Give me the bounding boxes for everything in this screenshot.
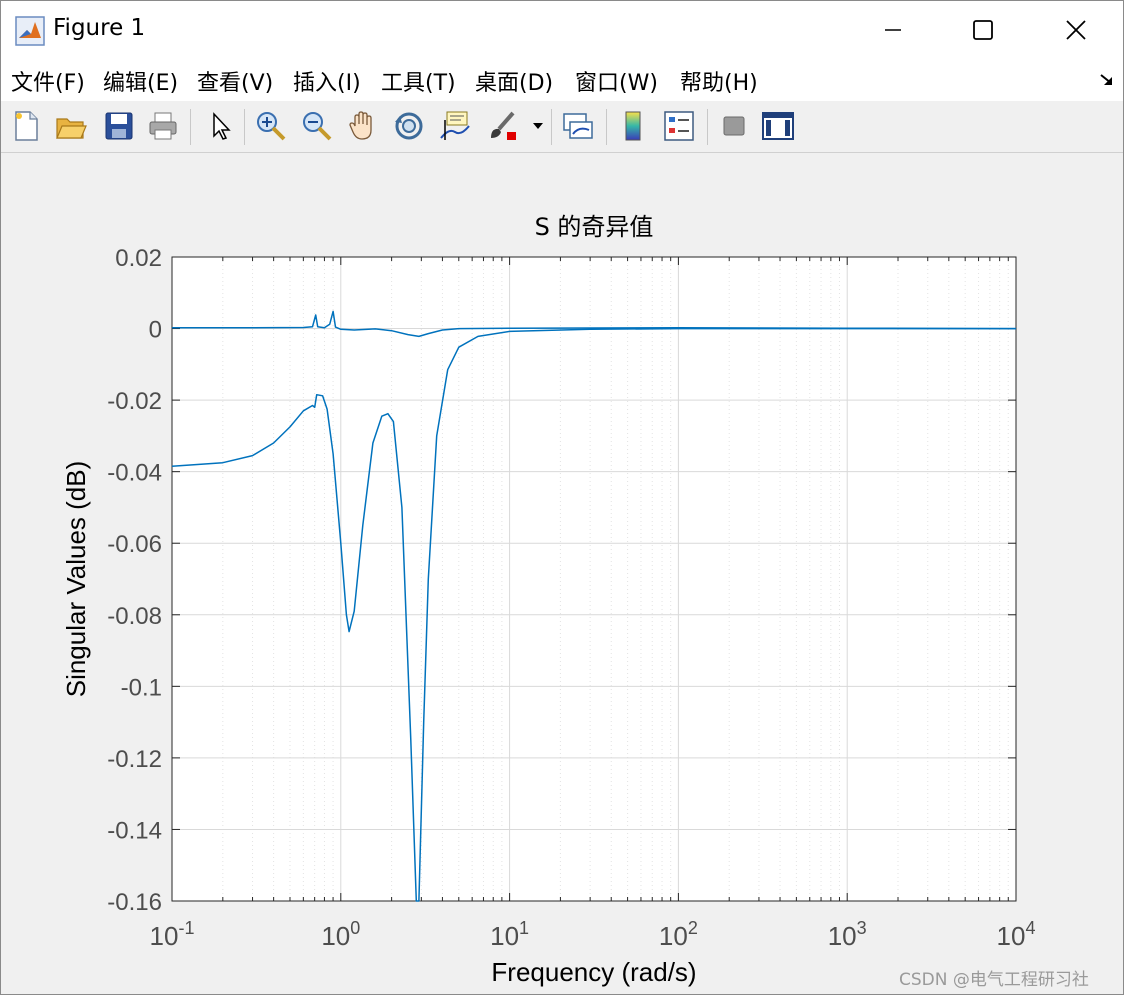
menu-desktop[interactable]: 桌面(D) (475, 65, 553, 97)
pan-button[interactable] (345, 107, 381, 145)
y-tick-labels: 0.02 0 -0.02 -0.04 -0.06 -0.08 -0.1 -0.12 -0.14 -… (107, 245, 162, 916)
legend-icon (664, 111, 694, 141)
figure-toolbar (1, 101, 1123, 153)
brush-dropdown-icon (533, 123, 543, 129)
minimize-button[interactable] (847, 1, 939, 59)
menu-view[interactable]: 查看(V) (197, 65, 273, 97)
menu-edit[interactable]: 编辑(E) (103, 65, 178, 97)
y-tick-label: -0.12 (107, 746, 162, 773)
menu-bar: 文件(F) 编辑(E) 查看(V) 插入(I) 工具(T) 桌面(D) 窗口(W… (1, 59, 1123, 102)
rotate-3d-button[interactable] (391, 107, 427, 145)
figure-window: Figure 1 文件(F) 编辑(E) 查看(V) 插入(I) 工具(T) 桌… (0, 0, 1124, 995)
insert-colorbar-button[interactable] (615, 107, 651, 145)
y-tick-label: -0.08 (107, 603, 162, 630)
select-pointer-button[interactable] (202, 107, 238, 145)
hide-plot-tools-button[interactable] (716, 107, 752, 145)
new-figure-button[interactable] (8, 107, 44, 145)
brush-button[interactable] (485, 107, 521, 145)
menu-insert[interactable]: 插入(I) (293, 65, 361, 97)
menu-file[interactable]: 文件(F) (11, 65, 85, 97)
pan-hand-icon (349, 111, 372, 140)
y-tick-label: -0.1 (121, 674, 162, 701)
y-tick-label: -0.14 (107, 817, 162, 844)
menu-help[interactable]: 帮助(H) (680, 65, 758, 97)
x-tick-label: 100 (321, 918, 360, 951)
select-pointer-icon (213, 112, 231, 140)
x-tick-label: 103 (828, 918, 867, 951)
print-button[interactable] (145, 107, 181, 145)
figure-canvas: 0.02 0 -0.02 -0.04 -0.06 -0.08 -0.1 -0.12 -0.14 -… (1, 153, 1123, 994)
save-button[interactable] (101, 107, 137, 145)
link-plot-button[interactable] (560, 107, 596, 145)
toolbar-separator (190, 109, 191, 145)
show-plot-tools-button[interactable] (760, 107, 796, 145)
zoom-in-button[interactable] (253, 107, 289, 145)
zoom-out-button[interactable] (299, 107, 335, 145)
toolbar-separator (606, 109, 607, 145)
maximize-icon (973, 20, 993, 40)
toolbar-separator (244, 109, 245, 145)
save-icon (105, 112, 133, 140)
rotate-3d-icon (395, 112, 423, 140)
data-cursor-icon (440, 111, 470, 140)
y-tick-label: 0 (149, 317, 162, 344)
matlab-logo-icon (15, 16, 45, 46)
maximize-button[interactable] (937, 1, 1029, 59)
toolbar-separator (707, 109, 708, 145)
close-icon (1066, 20, 1086, 40)
bode-sigma-chart[interactable]: 0.02 0 -0.02 -0.04 -0.06 -0.08 -0.1 -0.12 -0.14 -… (1, 153, 1123, 994)
chart-title: S 的奇异值 (535, 213, 654, 241)
brush-icon (491, 111, 516, 140)
x-tick-label: 10-1 (150, 918, 195, 951)
y-axis-label: Singular Values (dB) (61, 461, 91, 698)
colorbar-icon (625, 111, 641, 141)
y-tick-label: -0.16 (107, 889, 162, 916)
open-file-button[interactable] (53, 107, 89, 145)
y-tick-label: -0.06 (107, 531, 162, 558)
x-tick-label: 104 (997, 918, 1036, 951)
show-plot-tools-icon (762, 112, 794, 140)
zoom-in-icon (257, 112, 286, 141)
minimize-icon (885, 29, 901, 31)
new-figure-icon (15, 111, 38, 141)
menu-window[interactable]: 窗口(W) (575, 65, 658, 97)
x-tick-labels: 10-1 100 101 102 103 104 (150, 918, 1036, 951)
dock-arrow-icon[interactable] (1098, 71, 1116, 89)
csdn-watermark: CSDN @电气工程研习社 (899, 970, 1089, 990)
print-icon (149, 112, 177, 140)
brush-dropdown-button[interactable] (529, 107, 547, 145)
menu-tools[interactable]: 工具(T) (381, 65, 456, 97)
link-plot-icon (563, 113, 593, 139)
x-tick-label: 102 (659, 918, 698, 951)
hide-plot-tools-icon (723, 116, 745, 136)
x-tick-label: 101 (490, 918, 529, 951)
title-bar[interactable]: Figure 1 (1, 1, 1123, 59)
data-cursor-button[interactable] (437, 107, 473, 145)
plot-background (172, 257, 1016, 901)
y-tick-label: -0.02 (107, 388, 162, 415)
y-tick-label: 0.02 (115, 245, 162, 272)
x-axis-label: Frequency (rad/s) (491, 957, 696, 987)
toolbar-separator (551, 109, 552, 145)
window-title: Figure 1 (53, 15, 146, 41)
insert-legend-button[interactable] (661, 107, 697, 145)
close-button[interactable] (1030, 1, 1122, 59)
open-file-icon (56, 118, 87, 139)
y-tick-label: -0.04 (107, 460, 162, 487)
zoom-out-icon (303, 112, 332, 141)
